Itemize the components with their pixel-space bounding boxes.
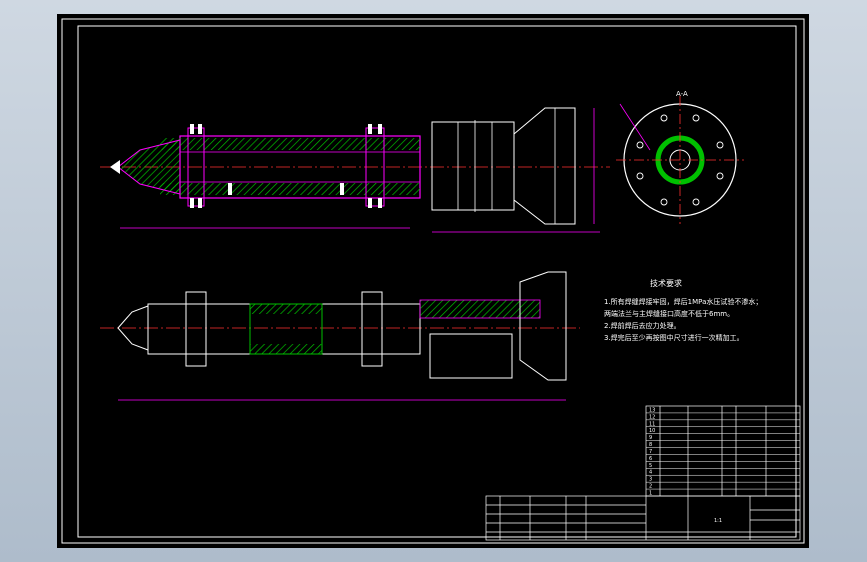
cad-viewport: A-A 技术要求 1.所有焊缝焊接牢固，焊后1MPa水压试验不渗水； 两端法兰与… [0,0,867,562]
note-line-3: 2.焊前焊后去应力处理。 [604,321,681,330]
section-leader [619,103,651,151]
note-line-1: 1.所有焊缝焊接牢固，焊后1MPa水压试验不渗水； [604,297,762,306]
parts-row-number: 2 [649,484,652,490]
top-connector-block [431,121,515,211]
bottom-flange-mid [361,291,383,367]
outer-frame [61,18,805,544]
parts-row-number: 1 [649,491,652,497]
bottom-sleeve-hatch [419,299,541,319]
cad-drawing: A-A 技术要求 1.所有焊缝焊接牢固，焊后1MPa水压试验不渗水； 两端法兰与… [61,18,805,544]
parts-row-number: 9 [649,435,652,441]
top-hatch-upper [160,138,420,150]
bottom-hatch-fill-upper [250,304,322,314]
notes-title: 技术要求 [650,278,682,288]
parts-row-number: 11 [649,421,655,427]
parts-row-number: 5 [649,463,652,469]
top-end-flange [513,107,576,225]
top-bolts [190,124,382,208]
bottom-hatch-fill-lower [250,344,322,354]
parts-row-number: 10 [649,428,655,434]
parts-row-number: 3 [649,477,652,483]
parts-row-number: 8 [649,442,652,448]
parts-row-number: 4 [649,470,652,476]
bottom-flange-left [185,291,207,367]
note-line-2: 两端法兰与主焊缝接口高度不低于6mm。 [604,309,734,318]
bottom-end-flange [519,271,567,381]
bottom-view [100,271,580,401]
section-a-a-view: A-A [616,90,744,224]
section-label: A-A [676,90,688,98]
title-block [485,495,801,541]
top-hatch-lower [160,183,420,195]
parts-row-number: 7 [649,449,652,455]
parts-row-number: 13 [649,407,655,413]
parts-row-number: 6 [649,456,652,462]
drawing-scale: 1:1 [714,518,722,524]
note-line-4: 3.焊完后至少再按图中尺寸进行一次精加工。 [604,333,744,342]
parts-row-number: 12 [649,414,655,420]
top-nozzle-tip [110,160,120,174]
technical-notes: 技术要求 1.所有焊缝焊接牢固，焊后1MPa水压试验不渗水； 两端法兰与主焊缝接… [604,278,762,342]
top-section-view [100,107,610,233]
parts-rows: 13121110987654321 [646,407,800,497]
top-nozzle-cone [117,139,181,195]
parts-list [645,405,801,497]
bottom-connector-block [429,333,513,379]
